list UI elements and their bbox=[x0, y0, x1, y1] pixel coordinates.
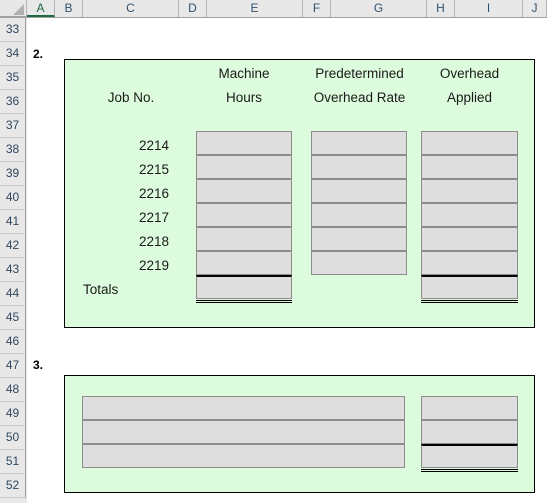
header-machine-hours-line1: Machine bbox=[218, 66, 270, 81]
job-number-2214: 2214 bbox=[138, 138, 169, 153]
section-3-number: 3. bbox=[33, 358, 44, 372]
job-number-2219: 2219 bbox=[138, 258, 169, 273]
predetermined-rate-input-2214[interactable] bbox=[311, 131, 407, 155]
row-header-52[interactable]: 52 bbox=[0, 474, 26, 498]
section-3-amount-total-double-rule bbox=[421, 469, 518, 472]
row-header-39[interactable]: 39 bbox=[0, 162, 26, 186]
header-overhead-applied-line1: Overhead bbox=[439, 66, 500, 81]
row-header-44[interactable]: 44 bbox=[0, 282, 26, 306]
header-job-no: Job No. bbox=[107, 90, 155, 105]
machine-hours-input-2214[interactable] bbox=[196, 131, 292, 155]
predetermined-rate-input-2217[interactable] bbox=[311, 203, 407, 227]
row-header-48[interactable]: 48 bbox=[0, 378, 26, 402]
column-header-a[interactable]: A bbox=[27, 0, 55, 17]
row-header-46[interactable]: 46 bbox=[0, 330, 26, 354]
header-overhead-applied-line2: Applied bbox=[446, 90, 493, 105]
machine-hours-input-total[interactable] bbox=[196, 275, 292, 299]
select-all-corner-button[interactable] bbox=[0, 0, 27, 17]
column-header-i[interactable]: I bbox=[455, 0, 523, 17]
column-header-b[interactable]: B bbox=[55, 0, 83, 17]
job-number-2218: 2218 bbox=[138, 234, 169, 249]
header-machine-hours-line2: Hours bbox=[225, 90, 262, 105]
row-header-34[interactable]: 34 bbox=[0, 42, 26, 66]
row-header-49[interactable]: 49 bbox=[0, 402, 26, 426]
section-3-amount-input-row-1[interactable] bbox=[421, 396, 518, 420]
row-header-51[interactable]: 51 bbox=[0, 450, 26, 474]
section-3-description-input-row-3[interactable] bbox=[82, 444, 405, 468]
column-header-j[interactable]: J bbox=[523, 0, 547, 17]
predetermined-rate-input-2216[interactable] bbox=[311, 179, 407, 203]
overhead-applied-input-total[interactable] bbox=[421, 275, 518, 299]
row-header-41[interactable]: 41 bbox=[0, 210, 26, 234]
select-all-triangle-icon bbox=[13, 4, 24, 15]
header-predetermined-rate-line2: Overhead Rate bbox=[313, 90, 406, 105]
machine-hours-input-2219[interactable] bbox=[196, 251, 292, 275]
row-header-35[interactable]: 35 bbox=[0, 66, 26, 90]
row-header-40[interactable]: 40 bbox=[0, 186, 26, 210]
row-header-strip: 33 34 35 36 37 38 39 40 41 42 43 44 45 4… bbox=[0, 18, 27, 503]
column-header-h[interactable]: H bbox=[427, 0, 455, 17]
totals-label: Totals bbox=[83, 282, 119, 297]
column-header-f[interactable]: F bbox=[303, 0, 331, 17]
job-number-2217: 2217 bbox=[138, 210, 169, 225]
predetermined-rate-input-2218[interactable] bbox=[311, 227, 407, 251]
row-header-45[interactable]: 45 bbox=[0, 306, 26, 330]
column-header-c[interactable]: C bbox=[83, 0, 179, 17]
row-header-43[interactable]: 43 bbox=[0, 258, 26, 282]
predetermined-rate-input-2215[interactable] bbox=[311, 155, 407, 179]
job-number-2215: 2215 bbox=[138, 162, 169, 177]
row-header-38[interactable]: 38 bbox=[0, 138, 26, 162]
machine-hours-input-2218[interactable] bbox=[196, 227, 292, 251]
overhead-applied-total-double-rule bbox=[421, 300, 518, 303]
overhead-applied-input-2215[interactable] bbox=[421, 155, 518, 179]
section-3-amount-input-total[interactable] bbox=[421, 444, 518, 468]
column-header-g[interactable]: G bbox=[331, 0, 427, 17]
machine-hours-input-2215[interactable] bbox=[196, 155, 292, 179]
spreadsheet-worksheet: A B C D E F G H I J 33 34 35 36 37 38 39… bbox=[0, 0, 547, 503]
overhead-applied-input-2217[interactable] bbox=[421, 203, 518, 227]
column-header-d[interactable]: D bbox=[179, 0, 207, 17]
section-2-number: 2. bbox=[33, 47, 44, 61]
section-3-description-input-row-1[interactable] bbox=[82, 396, 405, 420]
section-3-amount-input-row-2[interactable] bbox=[421, 420, 518, 444]
column-header-e[interactable]: E bbox=[207, 0, 303, 17]
row-header-47[interactable]: 47 bbox=[0, 354, 26, 378]
overhead-applied-input-2219[interactable] bbox=[421, 251, 518, 275]
row-header-50[interactable]: 50 bbox=[0, 426, 26, 450]
header-predetermined-rate-line1: Predetermined bbox=[315, 66, 404, 81]
overhead-applied-input-2216[interactable] bbox=[421, 179, 518, 203]
machine-hours-input-2216[interactable] bbox=[196, 179, 292, 203]
machine-hours-input-2217[interactable] bbox=[196, 203, 292, 227]
row-header-37[interactable]: 37 bbox=[0, 114, 26, 138]
section-3-description-input-row-2[interactable] bbox=[82, 420, 405, 444]
machine-hours-total-double-rule bbox=[196, 300, 292, 303]
row-header-36[interactable]: 36 bbox=[0, 90, 26, 114]
job-number-2216: 2216 bbox=[138, 186, 169, 201]
row-header-42[interactable]: 42 bbox=[0, 234, 26, 258]
predetermined-rate-input-2219[interactable] bbox=[311, 251, 407, 275]
row-header-33[interactable]: 33 bbox=[0, 18, 26, 42]
overhead-applied-input-2214[interactable] bbox=[421, 131, 518, 155]
overhead-applied-input-2218[interactable] bbox=[421, 227, 518, 251]
